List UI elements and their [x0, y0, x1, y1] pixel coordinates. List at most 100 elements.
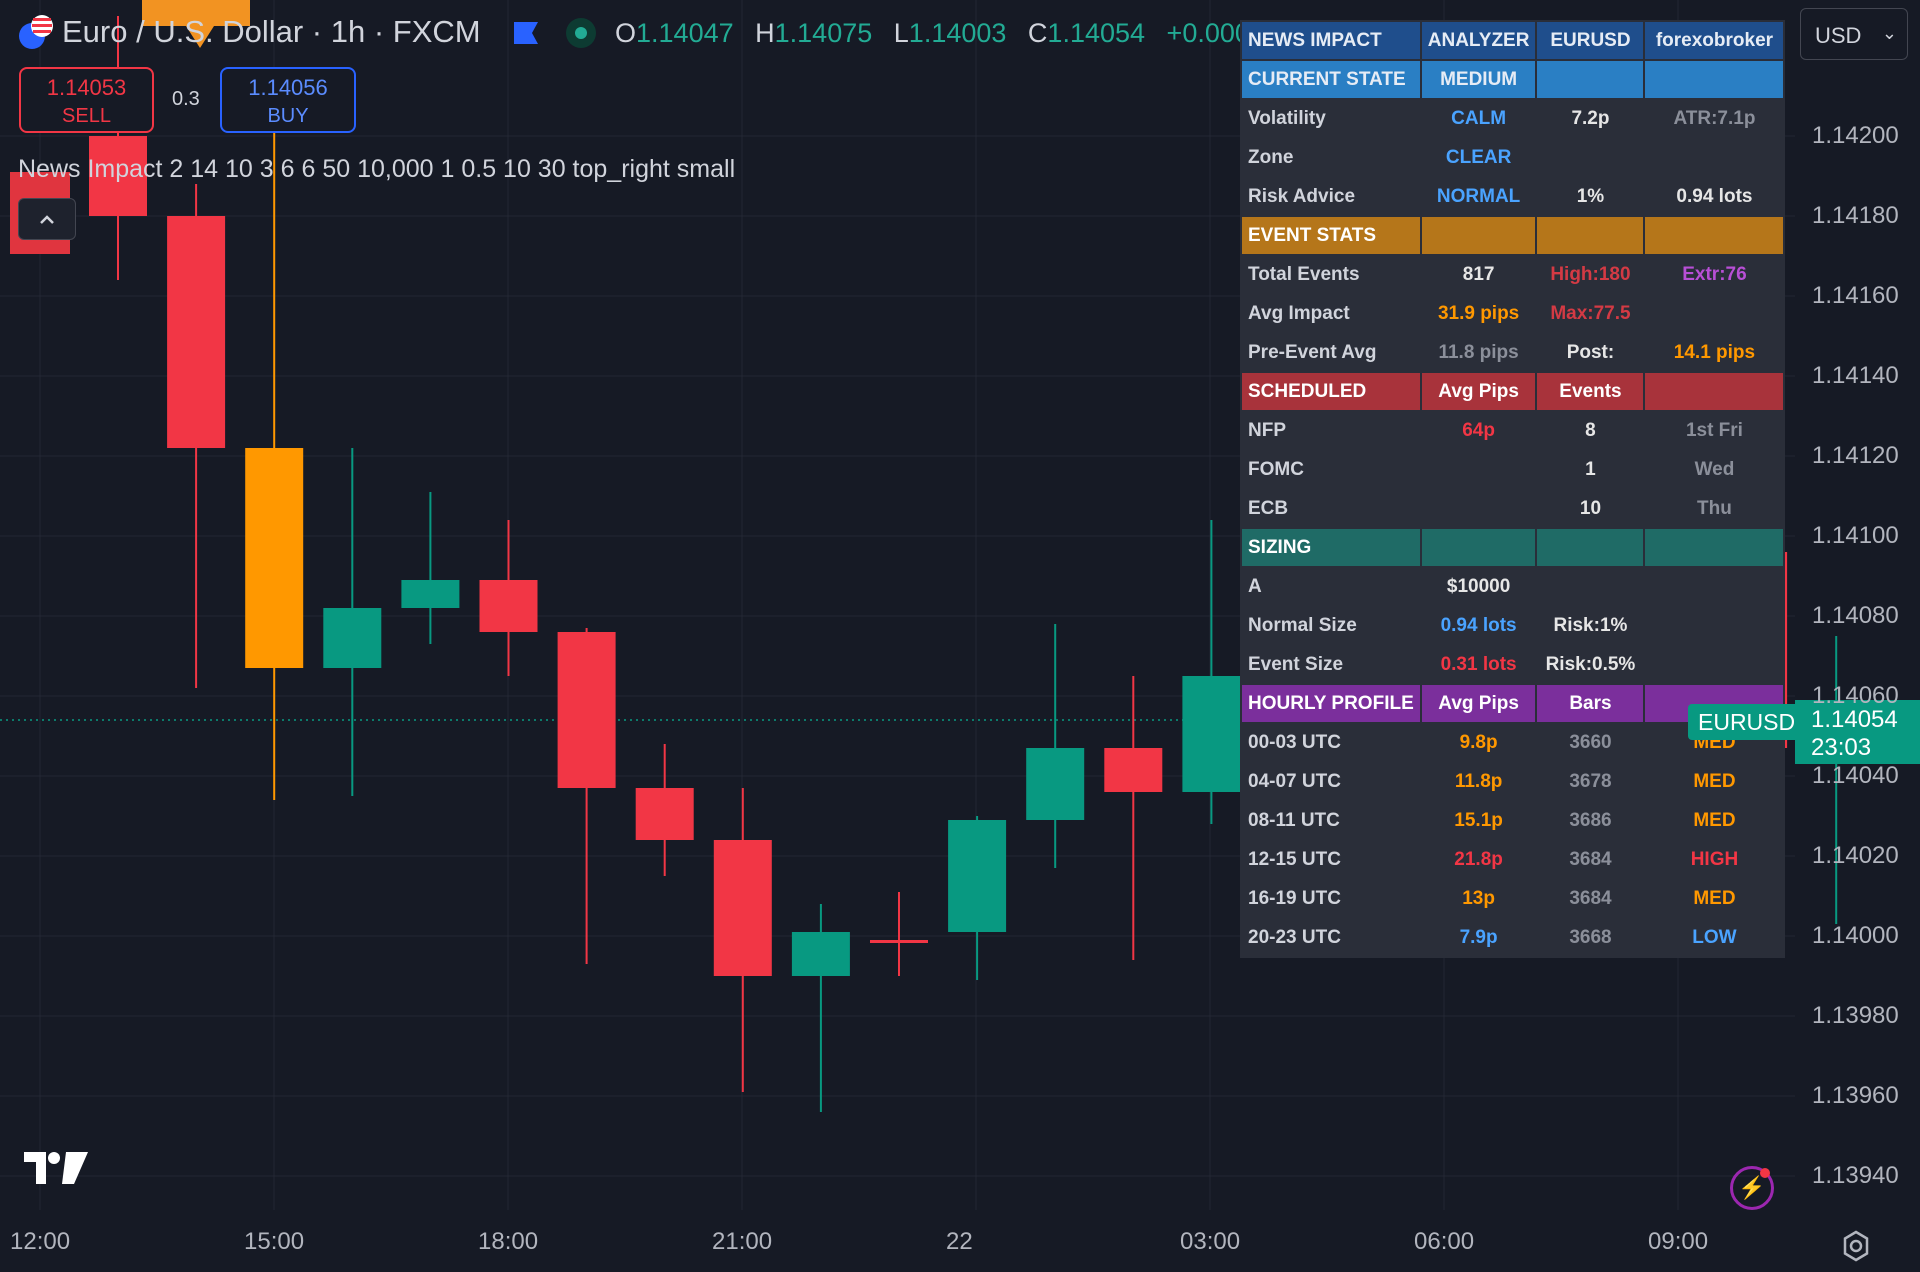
hourly-row-cell-3: MED — [1643, 761, 1786, 802]
event-row-cell-1: 11.8 pips — [1419, 332, 1538, 373]
candle-body[interactable] — [1182, 676, 1241, 792]
price-tick-label: 1.13940 — [1812, 1162, 1899, 1189]
current-state-row-cell-0: CURRENT STATE — [1240, 59, 1422, 100]
price-tick-label: 1.14200 — [1812, 122, 1899, 149]
event-stats-header-cell-3 — [1643, 215, 1786, 256]
buy-button[interactable]: 1.14056 BUY — [220, 67, 356, 133]
hourly-row-cell-0: 08-11 UTC — [1240, 800, 1422, 841]
event-row-cell-1: 31.9 pips — [1419, 293, 1538, 334]
symbol-price-tag: EURUSD — [1688, 704, 1795, 740]
hourly-row-cell-3: MED — [1643, 878, 1786, 919]
table-header-row-cell-2: EURUSD — [1535, 20, 1646, 61]
hourly-header-cell-2: Bars — [1535, 683, 1646, 724]
open-value: 1.14047 — [636, 18, 734, 48]
sizing-row: Event Size 0.31 lots Risk:0.5% — [1240, 644, 1786, 685]
scheduled-row: FOMC 1 Wed — [1240, 449, 1786, 490]
time-tick-label: 06:00 — [1414, 1228, 1475, 1255]
close-label: C — [1027, 18, 1048, 48]
candle-body[interactable] — [791, 932, 850, 976]
current-state-row-cell-3 — [1643, 59, 1786, 100]
current-state-row-cell-2 — [1535, 59, 1646, 100]
sizing-row-cell-2: Risk:1% — [1535, 605, 1646, 646]
event-row-cell-1: 817 — [1419, 254, 1538, 295]
symbol-title[interactable]: Euro / U.S. Dollar · 1h · FXCM — [62, 14, 481, 50]
indicator-label[interactable]: News Impact 2 14 10 3 6 6 50 10,000 1 0.… — [18, 155, 735, 184]
candle-body[interactable] — [870, 940, 928, 943]
state-row-cell-2: 7.2p — [1535, 98, 1646, 139]
event-stats-header-cell-1 — [1419, 215, 1538, 256]
state-row-cell-2: 1% — [1535, 176, 1646, 217]
hourly-row-cell-1: 9.8p — [1419, 722, 1538, 763]
buy-label: BUY — [267, 105, 309, 127]
chevron-down-icon: ⌄ — [1881, 23, 1897, 43]
sizing-row-cell-0: Normal Size — [1240, 605, 1422, 646]
candle-body[interactable] — [245, 448, 304, 668]
hourly-row-cell-0: 04-07 UTC — [1240, 761, 1422, 802]
hourly-row-cell-3: MED — [1643, 800, 1786, 841]
candle-body[interactable] — [1026, 748, 1085, 820]
hourly-row-cell-2: 3660 — [1535, 722, 1646, 763]
state-row-cell-1: CLEAR — [1419, 137, 1538, 178]
candle-body[interactable] — [479, 580, 538, 632]
flag-marker-icon[interactable] — [512, 20, 540, 46]
price-tick-label: 1.13960 — [1812, 1082, 1899, 1109]
sell-price: 1.14053 — [46, 75, 127, 100]
tradingview-logo[interactable] — [24, 1150, 88, 1186]
hourly-row: 12-15 UTC 21.8p 3684 HIGH — [1240, 839, 1786, 880]
table-header-row: NEWS IMPACT ANALYZER EURUSD forexobroker — [1240, 20, 1786, 61]
time-tick-label: 22 — [946, 1228, 973, 1255]
price-tick-label: 1.14120 — [1812, 442, 1899, 469]
scheduled-row-cell-3: 1st Fri — [1643, 410, 1786, 451]
scheduled-row-cell-2: 8 — [1535, 410, 1646, 451]
hourly-row: 08-11 UTC 15.1p 3686 MED — [1240, 800, 1786, 841]
hourly-row-cell-0: 16-19 UTC — [1240, 878, 1422, 919]
bar-countdown: 23:03 — [1811, 734, 1872, 761]
scheduled-row-cell-1: 64p — [1419, 410, 1538, 451]
candle-body[interactable] — [1104, 748, 1163, 792]
scheduled-row-cell-2: 10 — [1535, 488, 1646, 529]
state-row-cell-0: Volatility — [1240, 98, 1422, 139]
price-tick-label: 1.14100 — [1812, 522, 1899, 549]
scheduled-header-cell-3 — [1643, 371, 1786, 412]
candle-body[interactable] — [948, 820, 1007, 932]
price-tick-label: 1.14080 — [1812, 602, 1899, 629]
gear-icon[interactable] — [1840, 1230, 1872, 1262]
candle-body[interactable] — [713, 840, 772, 976]
time-tick-label: 18:00 — [478, 1228, 539, 1255]
market-open-status-icon[interactable] — [566, 18, 596, 48]
notification-dot — [1760, 1168, 1770, 1178]
sizing-row: A $10000 — [1240, 566, 1786, 607]
news-impact-table: NEWS IMPACT ANALYZER EURUSD forexobroker CUR… — [1240, 20, 1786, 958]
time-tick-label: 21:00 — [712, 1228, 773, 1255]
scheduled-row-cell-0: ECB — [1240, 488, 1422, 529]
hourly-row-cell-2: 3684 — [1535, 878, 1646, 919]
event-row-cell-0: Pre-Event Avg — [1240, 332, 1422, 373]
hourly-row-cell-2: 3686 — [1535, 800, 1646, 841]
candle-body[interactable] — [167, 216, 226, 448]
candle-body[interactable] — [635, 788, 694, 840]
collapse-button[interactable] — [18, 198, 76, 240]
sell-button[interactable]: 1.14053 SELL — [19, 67, 154, 133]
candle-body[interactable] — [323, 608, 382, 668]
event-row-cell-3: Extr:76 — [1643, 254, 1786, 295]
candle-body[interactable] — [557, 632, 616, 788]
state-row-cell-3: ATR:7.1p — [1643, 98, 1786, 139]
scheduled-row-cell-1 — [1419, 449, 1538, 490]
time-tick-label: 12:00 — [10, 1228, 71, 1255]
sell-label: SELL — [62, 105, 111, 127]
low-value: 1.14003 — [908, 18, 1007, 48]
event-stats-header: EVENT STATS — [1240, 215, 1786, 256]
price-tick-label: 1.14040 — [1812, 762, 1899, 789]
table-header-row-cell-1: ANALYZER — [1419, 20, 1538, 61]
event-row-cell-2: High:180 — [1535, 254, 1646, 295]
currency-select[interactable]: USD ⌄ — [1800, 8, 1908, 60]
table-header-row-cell-0: NEWS IMPACT — [1240, 20, 1422, 61]
hourly-header-cell-1: Avg Pips — [1419, 683, 1538, 724]
sizing-row-cell-2 — [1535, 566, 1646, 607]
high-value: 1.14075 — [774, 18, 873, 48]
scheduled-row: NFP 64p 8 1st Fri — [1240, 410, 1786, 451]
candle-body[interactable] — [401, 580, 460, 608]
sizing-row-cell-0: Event Size — [1240, 644, 1422, 685]
price-tick-label: 1.14140 — [1812, 362, 1899, 389]
event-stats-header-cell-0: EVENT STATS — [1240, 215, 1422, 256]
